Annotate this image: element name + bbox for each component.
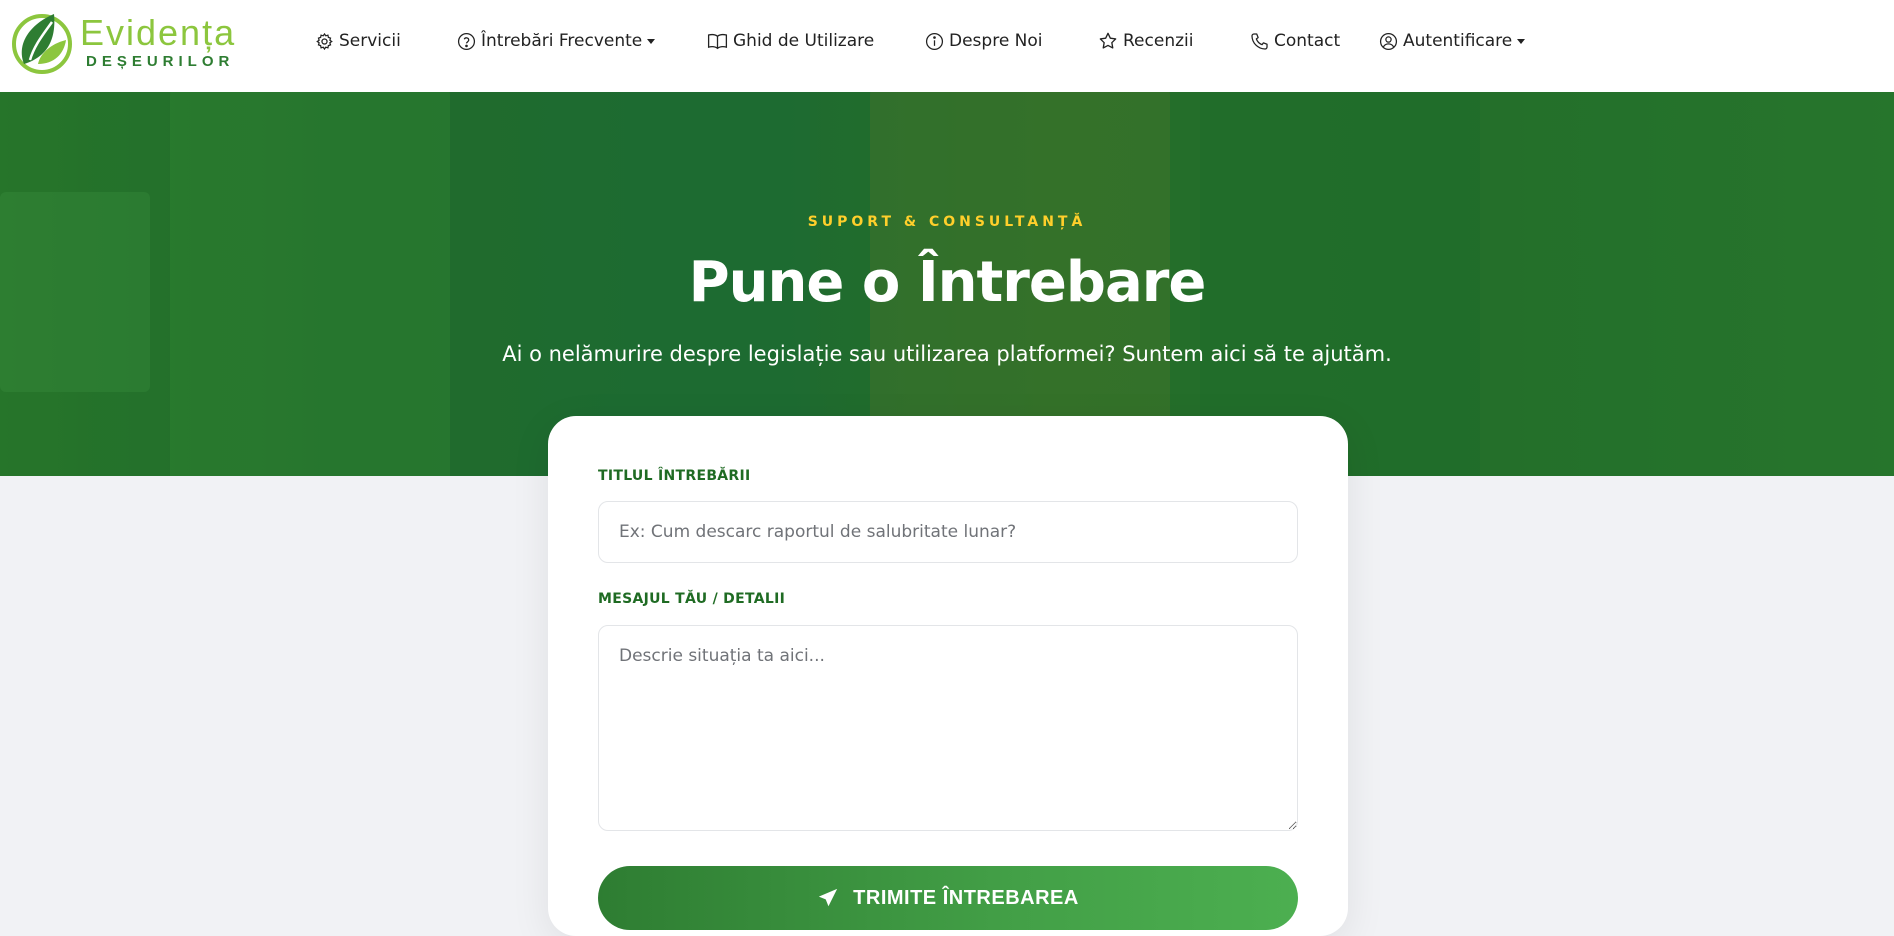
nav-label: Contact xyxy=(1274,31,1341,51)
nav-label: Despre Noi xyxy=(949,31,1043,51)
navbar: Evidența DEȘEURILOR Servicii Întrebări F… xyxy=(0,0,1894,92)
submit-label: TRIMITE ÎNTREBAREA xyxy=(853,886,1079,909)
question-title-input[interactable] xyxy=(598,501,1298,563)
nav-label: Servicii xyxy=(339,31,401,51)
question-circle-icon xyxy=(457,32,476,50)
gear-icon xyxy=(316,32,333,50)
nav-label: Ghid de Utilizare xyxy=(733,31,875,51)
nav-item-recenzii[interactable]: Recenzii xyxy=(1098,28,1193,54)
nav-label: Recenzii xyxy=(1123,31,1194,51)
nav-label: Autentificare xyxy=(1403,31,1513,51)
question-form-card: TITLUL ÎNTREBĂRII MESAJUL TĂU / DETALII … xyxy=(548,416,1348,936)
nav-item-intrebari-frecvente[interactable]: Întrebări Frecvente xyxy=(457,28,656,54)
hero-subtitle: Ai o nelămurire despre legislație sau ut… xyxy=(502,342,1392,366)
nav-item-ghid-de-utilizare[interactable]: Ghid de Utilizare xyxy=(707,28,874,54)
nav-item-despre-noi[interactable]: Despre Noi xyxy=(925,28,1043,54)
message-label: MESAJUL TĂU / DETALII xyxy=(598,591,786,607)
page-title: Pune o Întrebare xyxy=(688,250,1207,315)
nav-item-autentificare[interactable]: Autentificare xyxy=(1379,28,1526,54)
question-title-label: TITLUL ÎNTREBĂRII xyxy=(598,468,751,484)
submit-question-button[interactable]: TRIMITE ÎNTREBAREA xyxy=(598,866,1298,930)
message-textarea[interactable] xyxy=(598,625,1298,831)
phone-icon xyxy=(1251,32,1268,50)
nav-item-contact[interactable]: Contact xyxy=(1250,28,1340,54)
star-icon xyxy=(1099,32,1117,49)
info-circle-icon xyxy=(925,32,944,50)
book-icon xyxy=(707,33,728,49)
paper-plane-icon xyxy=(818,888,838,907)
hero-eyebrow: SUPORT & CONSULTANȚĂ xyxy=(807,214,1087,230)
nav-item-servicii[interactable]: Servicii xyxy=(315,28,401,54)
nav-label: Întrebări Frecvente xyxy=(481,31,643,51)
main-nav: Servicii Întrebări Frecvente Ghid de Uti… xyxy=(0,0,1894,82)
caret-down-icon xyxy=(647,38,656,44)
user-circle-icon xyxy=(1379,32,1398,50)
caret-down-icon xyxy=(1517,38,1526,44)
